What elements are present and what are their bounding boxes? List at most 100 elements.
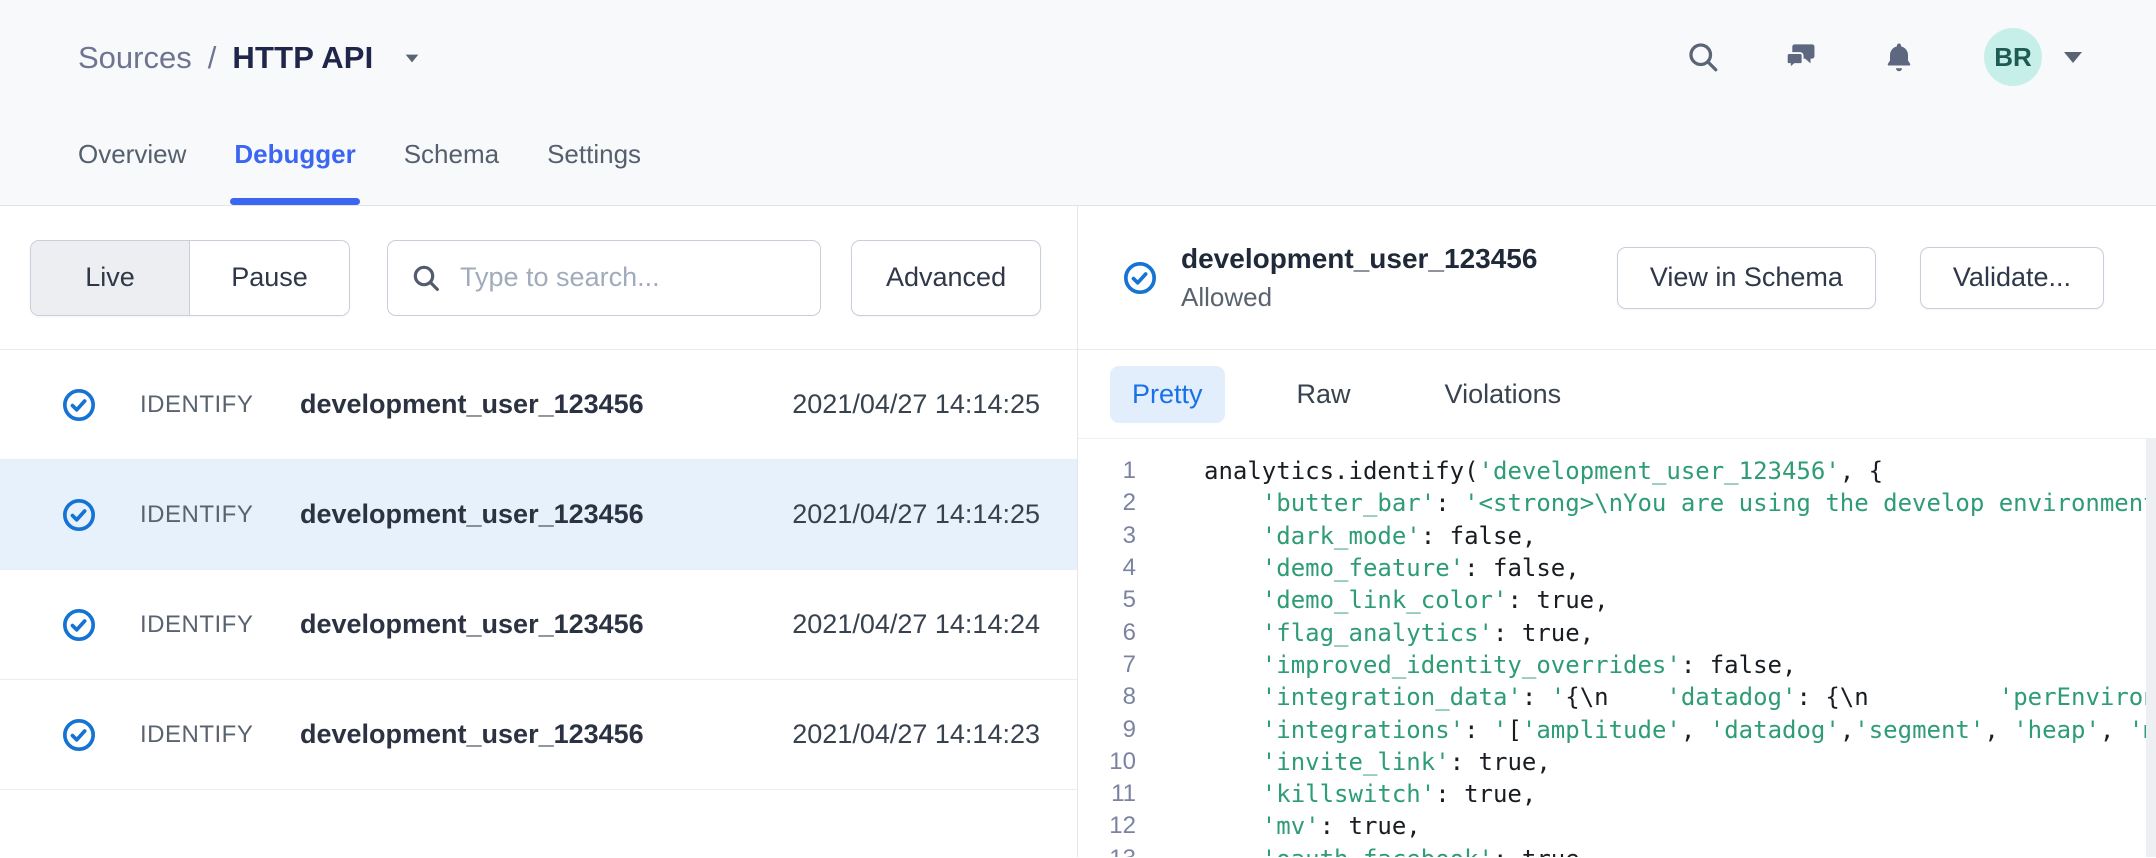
advanced-button[interactable]: Advanced — [851, 240, 1041, 316]
line-number: 3 — [1078, 522, 1136, 550]
code-line: 1 analytics.identify('development_user_1… — [1078, 455, 2156, 487]
header-tabs: Overview Debugger Schema Settings — [78, 139, 641, 205]
event-search-input[interactable] — [460, 262, 814, 293]
event-list: IDENTIFY development_user_123456 2021/04… — [0, 350, 1077, 790]
search-icon — [410, 262, 442, 294]
code-lines: 1 analytics.identify('development_user_1… — [1078, 455, 2156, 857]
line-content: 'demo_feature': false, — [1204, 554, 1580, 582]
line-number: 2 — [1078, 489, 1136, 517]
event-detail-header: development_user_123456 Allowed View in … — [1078, 206, 2156, 350]
line-number: 9 — [1078, 716, 1136, 744]
avatar[interactable]: BR — [1984, 28, 2042, 86]
event-status-check-icon — [62, 388, 96, 422]
code-line: 8 'integration_data': '{\n 'datadog': {\… — [1078, 681, 2156, 713]
code-line: 12 'mv': true, — [1078, 810, 2156, 842]
line-content: 'integration_data': '{\n 'datadog': {\n … — [1204, 683, 2156, 711]
breadcrumb-sources-link[interactable]: Sources — [78, 40, 192, 76]
code-line: 10 'invite_link': true, — [1078, 746, 2156, 778]
line-content: analytics.identify('development_user_123… — [1204, 457, 1883, 485]
live-button[interactable]: Live — [31, 241, 190, 315]
header-tab[interactable]: Settings — [547, 139, 641, 205]
line-number: 10 — [1078, 748, 1136, 776]
header-tab-label: Debugger — [234, 139, 355, 169]
page: Sources / HTTP API — [0, 0, 2156, 857]
breadcrumb-separator: / — [208, 40, 217, 76]
source-switcher-caret-icon[interactable] — [406, 54, 419, 62]
event-search-box — [387, 240, 821, 316]
line-number: 4 — [1078, 554, 1136, 582]
line-content: 'killswitch': true, — [1204, 780, 1536, 808]
line-number: 5 — [1078, 586, 1136, 614]
header-tab-label: Settings — [547, 139, 641, 169]
code-line: 2 'butter_bar': '<strong>\nYou are using… — [1078, 487, 2156, 519]
code-line: 11 'killswitch': true, — [1078, 778, 2156, 810]
event-timestamp: 2021/04/27 14:14:25 — [792, 499, 1040, 530]
line-number: 8 — [1078, 683, 1136, 711]
line-content: 'dark_mode': false, — [1204, 522, 1536, 550]
allowed-check-icon — [1123, 261, 1157, 295]
payload-tab[interactable]: Violations — [1423, 366, 1584, 423]
line-number: 1 — [1078, 457, 1136, 485]
header-tab-label: Schema — [404, 139, 499, 169]
event-user-id: development_user_123456 — [300, 499, 792, 530]
event-row[interactable]: IDENTIFY development_user_123456 2021/04… — [0, 680, 1077, 790]
event-user-id: development_user_123456 — [300, 719, 792, 750]
header-tab-label: Overview — [78, 139, 186, 169]
event-timestamp: 2021/04/27 14:14:24 — [792, 609, 1040, 640]
view-in-schema-button[interactable]: View in Schema — [1617, 247, 1876, 309]
event-row[interactable]: IDENTIFY development_user_123456 2021/04… — [0, 460, 1077, 570]
code-line: 7 'improved_identity_overrides': false, — [1078, 649, 2156, 681]
line-content: 'invite_link': true, — [1204, 748, 1551, 776]
search-icon[interactable] — [1684, 38, 1722, 76]
debugger-controls: Live Pause Advanced — [0, 206, 1077, 350]
event-detail-buttons: View in Schema Validate... — [1617, 247, 2104, 309]
event-user-id: development_user_123456 — [300, 609, 792, 640]
line-number: 7 — [1078, 651, 1136, 679]
event-timestamp: 2021/04/27 14:14:23 — [792, 719, 1040, 750]
header-tab[interactable]: Schema — [404, 139, 499, 205]
line-number: 6 — [1078, 619, 1136, 647]
line-content: 'integrations': '['amplitude', 'datadog'… — [1204, 716, 2156, 744]
code-line: 5 'demo_link_color': true, — [1078, 584, 2156, 616]
event-status-check-icon — [62, 498, 96, 532]
code-scrollbar[interactable] — [2146, 439, 2156, 857]
code-line: 3 'dark_mode': false, — [1078, 520, 2156, 552]
code-line: 6 'flag_analytics': true, — [1078, 616, 2156, 648]
breadcrumb-current-source: HTTP API — [232, 40, 373, 76]
event-status-label: Allowed — [1181, 282, 1537, 313]
line-content: 'mv': true, — [1204, 812, 1421, 840]
main: Live Pause Advanced — [0, 206, 2156, 857]
event-detail-titles: development_user_123456 Allowed — [1181, 243, 1537, 313]
payload-tab[interactable]: Raw — [1275, 366, 1373, 423]
event-row[interactable]: IDENTIFY development_user_123456 2021/04… — [0, 350, 1077, 460]
header-tab[interactable]: Debugger — [234, 139, 355, 205]
account-menu-caret-icon[interactable] — [2064, 52, 2082, 63]
header-tab[interactable]: Overview — [78, 139, 186, 205]
event-type-label: IDENTIFY — [140, 391, 300, 419]
line-content: 'improved_identity_overrides': false, — [1204, 651, 1796, 679]
notifications-bell-icon[interactable] — [1880, 38, 1918, 76]
event-timestamp: 2021/04/27 14:14:25 — [792, 389, 1040, 420]
code-line: 9 'integrations': '['amplitude', 'datado… — [1078, 713, 2156, 745]
topbar-actions: BR — [1624, 28, 2082, 86]
event-type-label: IDENTIFY — [140, 611, 300, 639]
event-type-label: IDENTIFY — [140, 501, 300, 529]
validate-button[interactable]: Validate... — [1920, 247, 2104, 309]
breadcrumb: Sources / HTTP API — [78, 40, 421, 76]
line-content: 'oauth_facebook': true, — [1204, 845, 1594, 857]
code-line: 13 'oauth_facebook': true, — [1078, 843, 2156, 857]
debugger-left-panel: Live Pause Advanced — [0, 206, 1077, 857]
event-detail-panel: development_user_123456 Allowed View in … — [1077, 206, 2156, 857]
code-line: 4 'demo_feature': false, — [1078, 552, 2156, 584]
line-content: 'butter_bar': '<strong>\nYou are using t… — [1204, 489, 2156, 517]
pause-button[interactable]: Pause — [190, 241, 349, 315]
event-status-check-icon — [62, 608, 96, 642]
payload-tab[interactable]: Pretty — [1110, 366, 1225, 423]
chat-icon[interactable] — [1782, 38, 1820, 76]
live-pause-toggle: Live Pause — [30, 240, 350, 316]
payload-view-tabs: Pretty Raw Violations — [1078, 350, 2156, 439]
event-row[interactable]: IDENTIFY development_user_123456 2021/04… — [0, 570, 1077, 680]
line-content: 'demo_link_color': true, — [1204, 586, 1609, 614]
event-user-id: development_user_123456 — [300, 389, 792, 420]
line-number: 11 — [1078, 780, 1136, 808]
